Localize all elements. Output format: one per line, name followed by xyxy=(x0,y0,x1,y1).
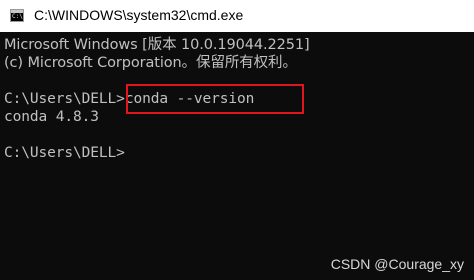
console-line-copyright: (c) Microsoft Corporation。保留所有权利。 xyxy=(4,55,297,71)
console-line-output: conda 4.8.3 xyxy=(4,109,99,125)
console-line-prompt: C:\Users\DELL> xyxy=(4,145,125,161)
title-bar: C:\ C:\WINDOWS\system32\cmd.exe xyxy=(0,0,474,32)
console-area[interactable]: Microsoft Windows [版本 10.0.19044.2251] (… xyxy=(0,32,474,280)
watermark: CSDN @Courage_xy xyxy=(330,256,464,272)
console-line-version: Microsoft Windows [版本 10.0.19044.2251] xyxy=(4,37,310,53)
cmd-icon: C:\ xyxy=(10,9,24,22)
window-title: C:\WINDOWS\system32\cmd.exe xyxy=(34,7,244,23)
command-highlight-box xyxy=(126,84,304,114)
